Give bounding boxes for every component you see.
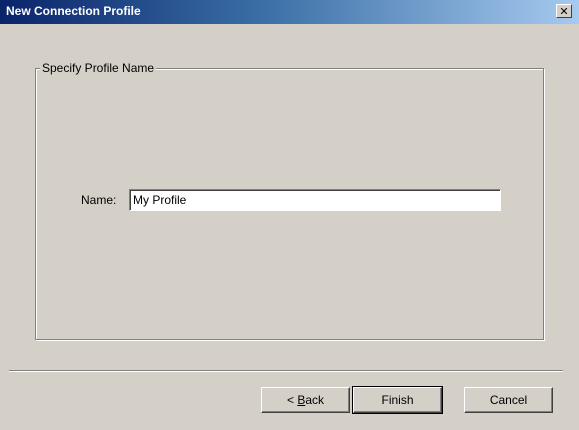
back-button-label: ack bbox=[305, 393, 325, 407]
finish-button[interactable]: Finish bbox=[352, 386, 443, 414]
button-separator bbox=[9, 370, 563, 372]
close-icon: ✕ bbox=[559, 4, 569, 18]
dialog-title: New Connection Profile bbox=[6, 4, 141, 18]
cancel-button-label: Cancel bbox=[489, 393, 528, 407]
cancel-button[interactable]: Cancel bbox=[464, 387, 553, 413]
new-connection-profile-dialog: New Connection Profile ✕ Specify Profile… bbox=[0, 0, 579, 430]
finish-button-label: Finish bbox=[381, 393, 414, 407]
groupbox-legend: Specify Profile Name bbox=[40, 61, 157, 75]
back-button-mnemonic: B bbox=[297, 393, 306, 407]
back-button-prefix: < bbox=[286, 393, 298, 407]
name-label: Name: bbox=[81, 193, 117, 207]
close-button[interactable]: ✕ bbox=[556, 4, 572, 18]
title-bar[interactable]: New Connection Profile ✕ bbox=[0, 0, 579, 24]
back-button[interactable]: < Back bbox=[261, 387, 350, 413]
profile-name-input[interactable] bbox=[129, 189, 501, 211]
